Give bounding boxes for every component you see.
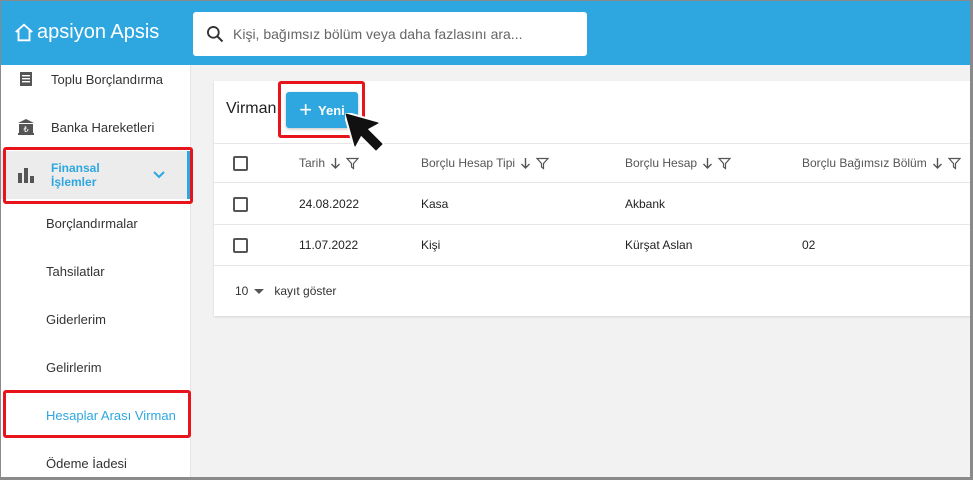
sort-down-icon[interactable]: [329, 157, 342, 170]
column-header-label: Borçlu Hesap: [625, 156, 698, 170]
sidebar-item-banka-hareketleri[interactable]: ₺ Banka Hareketleri: [1, 103, 190, 151]
logo-text: apsiyon Apsis: [37, 21, 160, 43]
sidebar-item-label: Borçlandırmalar: [46, 215, 138, 231]
caret-down-icon: [254, 288, 265, 294]
filter-icon[interactable]: [346, 157, 360, 170]
filter-icon[interactable]: [947, 157, 961, 170]
cell-account-type: Kişi: [421, 238, 441, 252]
search-box[interactable]: [193, 12, 587, 56]
sidebar-item-label: Tahsilatlar: [46, 263, 105, 279]
column-header-borclu-hesap[interactable]: Borçlu Hesap: [625, 144, 732, 182]
page-size-control: 10 kayıt göster: [235, 284, 336, 298]
column-header-borclu-hesap-tipi[interactable]: Borçlu Hesap Tipi: [421, 144, 550, 182]
cell-date: 24.08.2022: [299, 197, 360, 211]
sidebar-item-toplu-borclandirma[interactable]: Toplu Borçlandırma: [1, 55, 190, 103]
sidebar-item-odeme-iadesi[interactable]: Ödeme İadesi: [1, 439, 190, 477]
svg-text:₺: ₺: [23, 125, 28, 134]
highlight-hesaplar-arasi-virman: [3, 390, 191, 438]
sidebar-item-label: Giderlerim: [46, 311, 106, 327]
mouse-pointer-icon: [345, 113, 385, 153]
sidebar-item-giderlerim[interactable]: Giderlerim: [1, 295, 190, 343]
column-header-label: Borçlu Hesap Tipi: [421, 156, 516, 170]
sidebar-item-borclandirmalar[interactable]: Borçlandırmalar: [1, 199, 190, 247]
page-size-value: 10: [235, 284, 249, 298]
row-checkbox[interactable]: [233, 196, 248, 212]
highlight-finansal-islemler: [3, 147, 193, 204]
row-select-cell: [233, 184, 248, 224]
sort-down-icon[interactable]: [519, 157, 532, 170]
app-logo[interactable]: apsiyon Apsis: [13, 21, 159, 44]
sidebar-item-label: Gelirlerim: [46, 359, 102, 375]
cell-account: Kürşat Aslan: [625, 238, 693, 252]
search-icon: [207, 26, 224, 43]
sort-down-icon[interactable]: [931, 157, 944, 170]
cell-account: Akbank: [625, 197, 666, 211]
home-icon: [15, 23, 33, 41]
sort-down-icon[interactable]: [701, 157, 714, 170]
table-row[interactable]: 11.07.2022 Kişi Kürşat Aslan 02: [214, 225, 970, 266]
search-input[interactable]: [233, 26, 573, 42]
table-header: Tarih Borçlu Hesap Tipi Borçlu Hesap Bor…: [214, 143, 970, 183]
row-checkbox[interactable]: [233, 237, 248, 253]
row-select-cell: [233, 225, 248, 265]
column-header-label: Tarih: [299, 156, 326, 170]
table-footer: 10 kayıt göster: [214, 266, 970, 316]
app-window: apsiyon Apsis Toplu Borçlandırma ₺ Banka…: [0, 0, 973, 480]
cell-date: 11.07.2022: [299, 238, 359, 252]
filter-icon[interactable]: [536, 157, 550, 170]
filter-icon[interactable]: [718, 157, 732, 170]
page-size-label: kayıt göster: [274, 284, 337, 298]
sidebar-item-label: Toplu Borçlandırma: [51, 71, 163, 87]
document-list-icon: [17, 70, 35, 88]
sidebar-item-label: Banka Hareketleri: [51, 119, 155, 135]
page-title: Virman: [226, 100, 277, 117]
page-size-select[interactable]: 10: [235, 284, 265, 298]
select-all-cell: [233, 144, 248, 182]
column-header-label: Borçlu Bağımsız Bölüm: [802, 156, 927, 170]
cell-unit: 02: [802, 238, 816, 252]
sidebar-item-gelirlerim[interactable]: Gelirlerim: [1, 343, 190, 391]
sidebar-item-label: Ödeme İadesi: [46, 455, 127, 471]
sidebar-item-tahsilatlar[interactable]: Tahsilatlar: [1, 247, 190, 295]
cell-account-type: Kasa: [421, 197, 449, 211]
bank-icon: ₺: [17, 118, 35, 136]
table-row[interactable]: 24.08.2022 Kasa Akbank: [214, 184, 970, 225]
select-all-checkbox[interactable]: [233, 155, 248, 171]
column-header-borclu-bagimsiz-bolum[interactable]: Borçlu Bağımsız Bölüm: [802, 144, 961, 182]
